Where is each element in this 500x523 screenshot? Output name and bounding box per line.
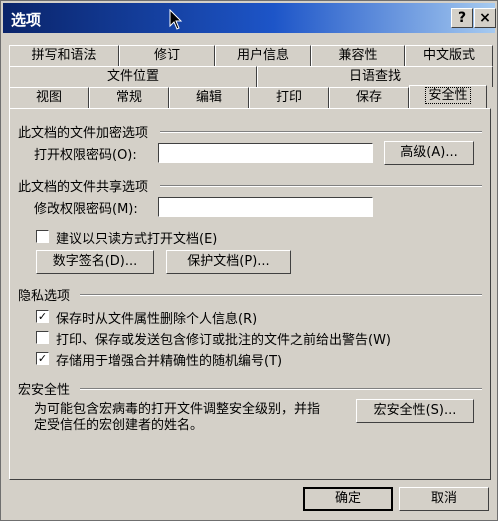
- security-panel: 此文档的文件加密选项 打开权限密码(O): 高级(A)... 此文档的文件共享选…: [9, 108, 491, 480]
- readonly-checkbox[interactable]: [36, 230, 49, 243]
- tab-user-info[interactable]: 用户信息: [215, 45, 311, 66]
- open-password-label: 打开权限密码(O):: [34, 148, 137, 163]
- tab-row-1: 拼写和语法 修订 用户信息 兼容性 中文版式: [9, 45, 493, 66]
- privacy-label-random-number: 存储用于增强合并精确性的随机编号(T): [56, 354, 283, 369]
- digital-signature-button[interactable]: 数字签名(D)...: [36, 250, 154, 274]
- divider: [80, 294, 482, 296]
- macro-security-button[interactable]: 宏安全性(S)...: [356, 399, 474, 423]
- sharing-heading: 此文档的文件共享选项: [18, 180, 149, 195]
- modify-password-input[interactable]: [158, 197, 373, 217]
- tab-compatibility[interactable]: 兼容性: [311, 45, 405, 66]
- tab-print[interactable]: 打印: [249, 87, 329, 108]
- tab-japanese-find[interactable]: 日语查找: [257, 66, 493, 87]
- divider: [80, 388, 482, 390]
- options-dialog: 选项 ? × 拼写和语法 修订 用户信息 兼容性 中文版式 文件位置 日语查找 …: [0, 0, 498, 521]
- encryption-heading: 此文档的文件加密选项: [18, 126, 149, 141]
- tab-edit[interactable]: 编辑: [169, 87, 249, 108]
- tab-row-2: 文件位置 日语查找: [9, 66, 493, 87]
- privacy-label-warn: 打印、保存或发送包含修订或批注的文件之前给出警告(W): [56, 333, 391, 348]
- open-password-input[interactable]: [158, 143, 373, 163]
- privacy-heading: 隐私选项: [18, 289, 71, 304]
- readonly-label: 建议以只读方式打开文档(E): [56, 232, 218, 247]
- tab-save[interactable]: 保存: [329, 87, 409, 108]
- privacy-checkbox-random-number[interactable]: ✓: [36, 352, 49, 365]
- tab-row-3: 视图 常规 编辑 打印 保存 安全性: [9, 85, 493, 108]
- divider: [160, 131, 482, 133]
- ok-button[interactable]: 确定: [303, 487, 393, 511]
- mouse-cursor-icon: [169, 9, 183, 30]
- tab-spelling-grammar[interactable]: 拼写和语法: [9, 45, 119, 66]
- help-button[interactable]: ?: [451, 8, 473, 28]
- tab-security[interactable]: 安全性: [409, 85, 487, 108]
- advanced-button[interactable]: 高级(A)...: [384, 141, 474, 165]
- cancel-button[interactable]: 取消: [399, 487, 489, 511]
- tab-view[interactable]: 视图: [9, 87, 89, 108]
- privacy-checkbox-warn[interactable]: [36, 331, 49, 344]
- divider: [160, 185, 482, 187]
- tab-chinese-layout[interactable]: 中文版式: [405, 45, 493, 66]
- privacy-checkbox-remove-info[interactable]: ✓: [36, 310, 49, 323]
- window-title: 选项: [11, 11, 42, 29]
- title-bar: 选项 ? ×: [3, 3, 496, 33]
- privacy-label-remove-info: 保存时从文件属性删除个人信息(R): [56, 312, 258, 327]
- tab-general[interactable]: 常规: [89, 87, 169, 108]
- macro-description-line2: 定受信任的宏创建者的姓名。: [34, 418, 204, 433]
- macro-heading: 宏安全性: [18, 383, 71, 398]
- protect-document-button[interactable]: 保护文档(P)...: [166, 250, 291, 274]
- close-button[interactable]: ×: [474, 8, 496, 28]
- tab-file-locations[interactable]: 文件位置: [9, 66, 257, 87]
- modify-password-label: 修改权限密码(M):: [34, 202, 138, 217]
- tab-track-changes[interactable]: 修订: [119, 45, 215, 66]
